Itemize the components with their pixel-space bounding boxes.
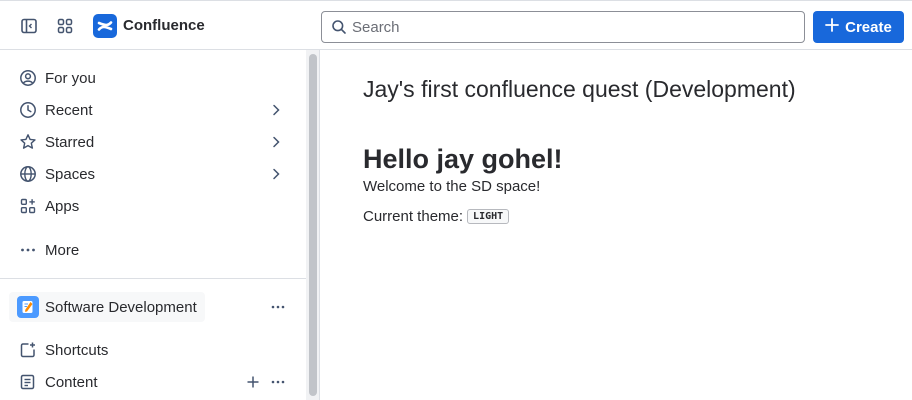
- space-name: Software Development: [45, 298, 197, 316]
- space-more-actions-icon[interactable]: [270, 299, 286, 315]
- more-horizontal-icon: [9, 241, 37, 259]
- shortcut-icon: [9, 341, 37, 359]
- theme-value-badge: LIGHT: [467, 209, 510, 224]
- chevron-right-icon[interactable]: [269, 103, 283, 122]
- space-header-software-development[interactable]: Software Development: [9, 292, 205, 322]
- sidebar-item-label: Spaces: [45, 165, 96, 183]
- sidebar-item-label: More: [45, 241, 80, 259]
- main-content: Jay's first confluence quest (Developmen…: [321, 50, 912, 400]
- page-title: Jay's first confluence quest (Developmen…: [363, 76, 796, 102]
- sidebar-item-label: Apps: [45, 197, 80, 215]
- sidebar-item-more[interactable]: More: [9, 235, 293, 265]
- confluence-logo-icon[interactable]: [93, 14, 117, 38]
- add-content-plus-icon[interactable]: [245, 374, 261, 390]
- star-icon: [9, 133, 37, 151]
- sidebar-item-shortcuts[interactable]: Shortcuts: [9, 335, 293, 365]
- welcome-text: Welcome to the SD space!: [363, 178, 541, 195]
- person-circle-icon: [9, 69, 37, 87]
- greeting-heading: Hello jay gohel!: [363, 144, 563, 174]
- chevron-right-icon[interactable]: [269, 135, 283, 154]
- app-switcher-icon[interactable]: [52, 13, 78, 39]
- product-name[interactable]: Confluence: [123, 17, 205, 34]
- theme-row: Current theme: LIGHT: [363, 208, 510, 225]
- search-icon: [331, 19, 347, 40]
- sidebar-item-spaces[interactable]: Spaces: [9, 159, 293, 189]
- sidebar-scrollbar-thumb[interactable]: [309, 54, 317, 396]
- content-icon: [9, 373, 37, 391]
- plus-icon: [825, 18, 840, 36]
- sidebar-item-label: Recent: [45, 101, 93, 119]
- sidebar-item-starred[interactable]: Starred: [9, 127, 293, 157]
- sidebar-toggle-icon[interactable]: [16, 13, 42, 39]
- clock-icon: [9, 101, 37, 119]
- search-input[interactable]: [352, 16, 792, 38]
- globe-icon: [9, 165, 37, 183]
- sidebar-item-for-you[interactable]: For you: [9, 63, 293, 93]
- sidebar-scrollbar[interactable]: [306, 50, 320, 400]
- space-avatar-icon: [17, 296, 39, 318]
- sidebar-item-recent[interactable]: Recent: [9, 95, 293, 125]
- theme-label: Current theme:: [363, 208, 464, 225]
- sidebar-item-label: Content: [45, 373, 98, 391]
- sidebar-divider: [0, 278, 306, 279]
- apps-icon: [9, 197, 37, 215]
- content-more-actions-icon[interactable]: [270, 374, 286, 390]
- search-box[interactable]: [321, 11, 805, 43]
- sidebar: For you Recent Starred Spaces Apps More …: [0, 50, 306, 400]
- top-navigation-bar: Confluence Create: [0, 0, 912, 50]
- create-button[interactable]: Create: [813, 11, 904, 43]
- sidebar-item-label: For you: [45, 69, 96, 87]
- sidebar-item-apps[interactable]: Apps: [9, 191, 293, 221]
- sidebar-item-label: Shortcuts: [45, 341, 109, 359]
- sidebar-item-label: Starred: [45, 133, 95, 151]
- create-button-label: Create: [845, 18, 892, 36]
- chevron-right-icon[interactable]: [269, 167, 283, 186]
